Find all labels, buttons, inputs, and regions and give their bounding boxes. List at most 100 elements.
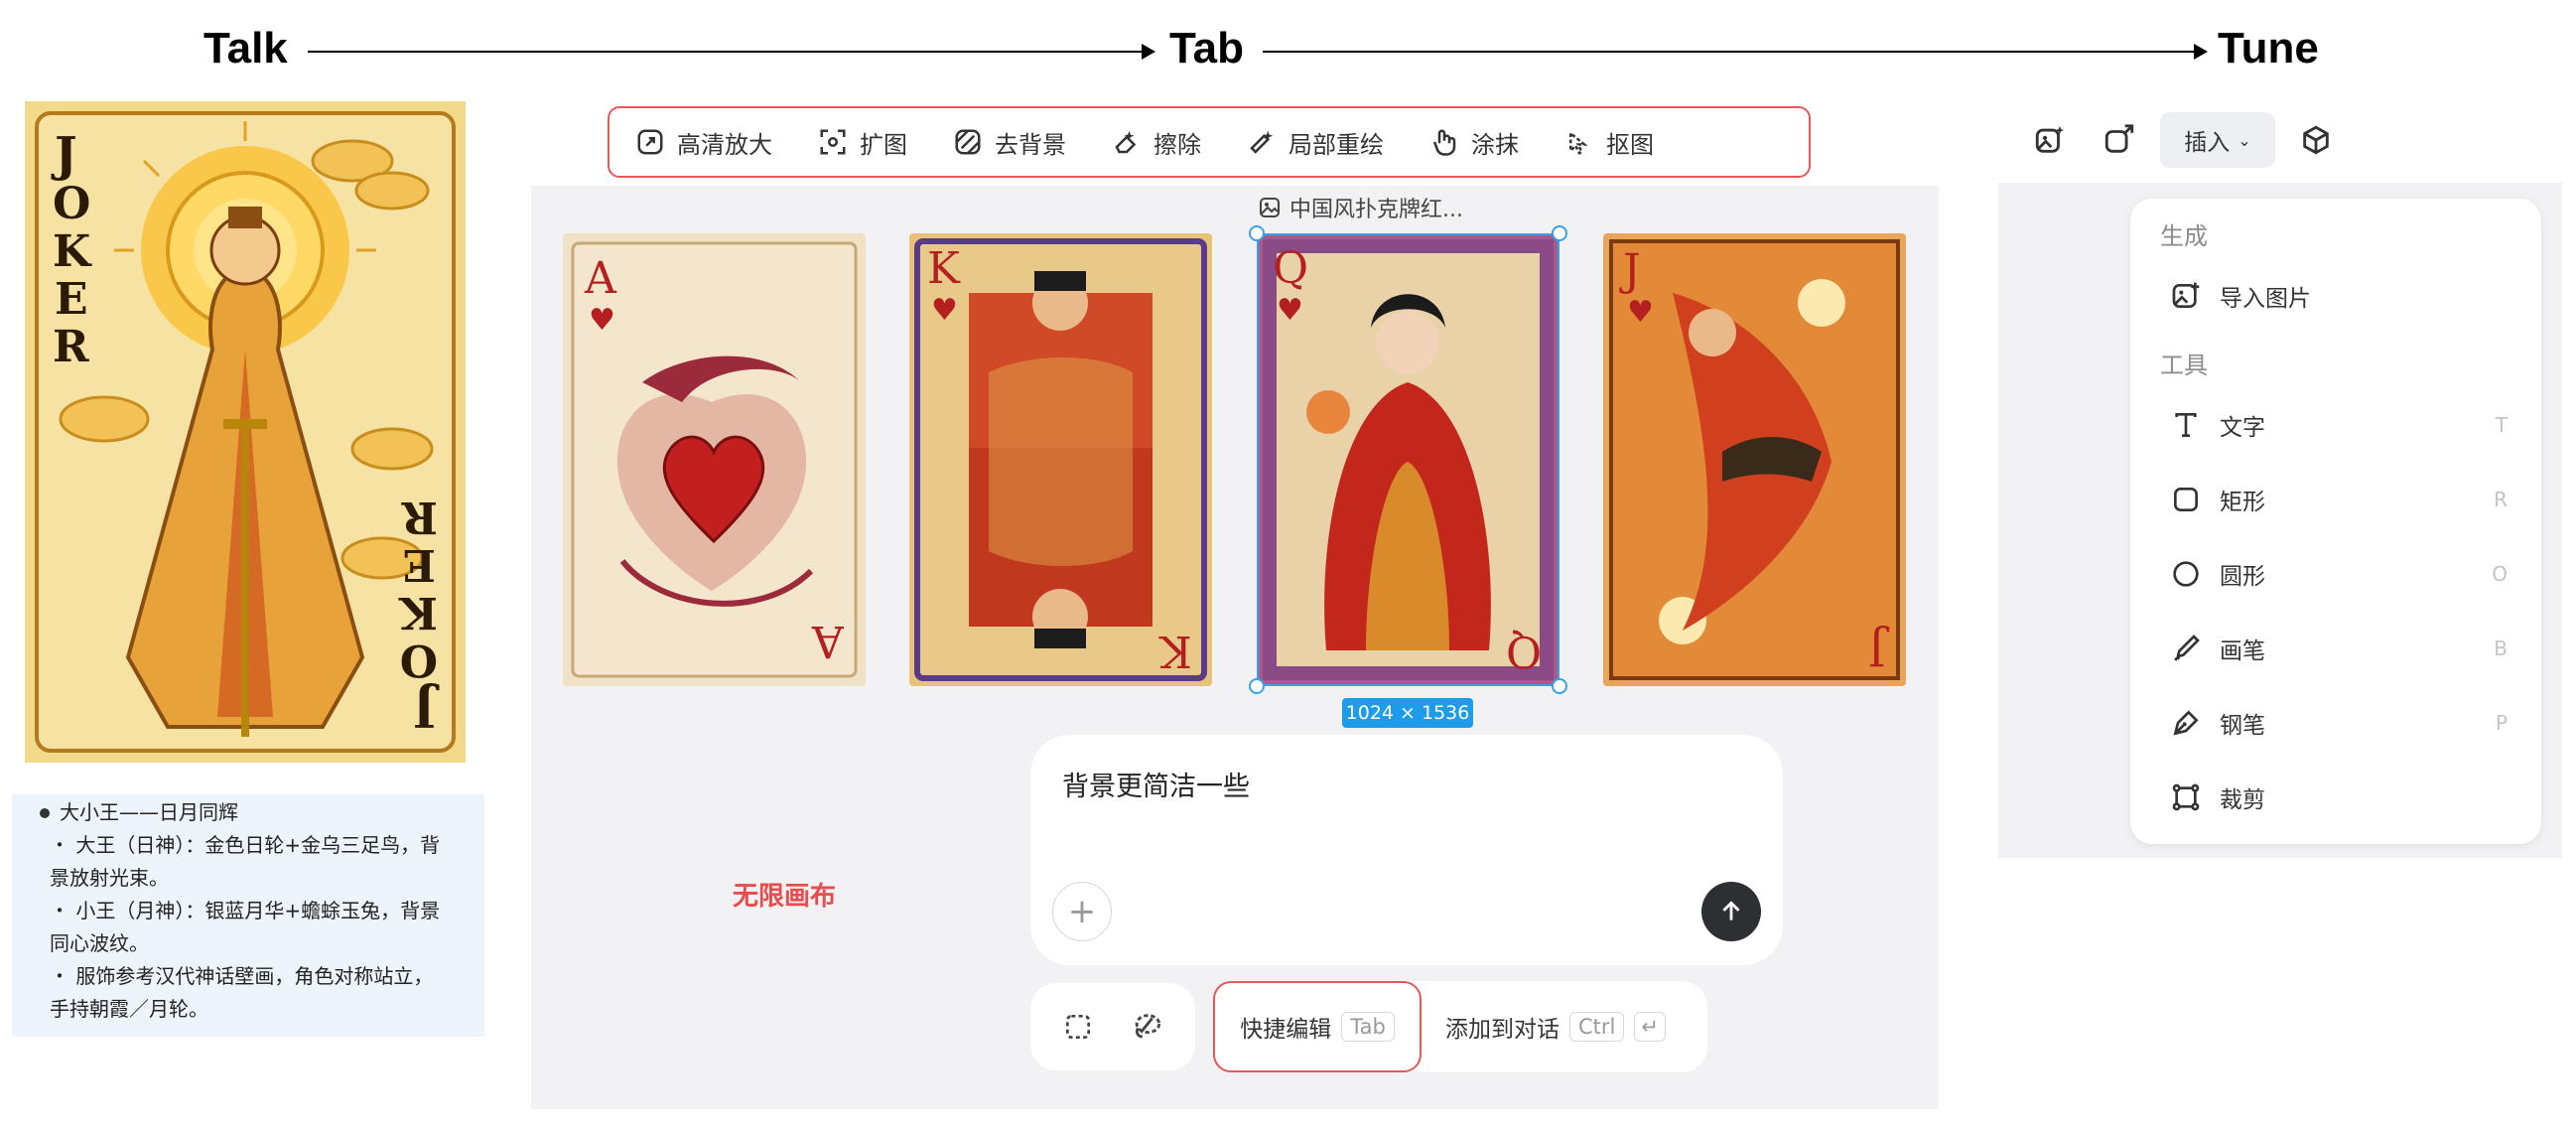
menu-item-crop[interactable]: 裁剪 <box>2170 778 2508 817</box>
insert-label: 插入 <box>2184 130 2231 156</box>
quick-edit-shortcut: Tab <box>1341 1012 1395 1042</box>
rotate-icon <box>2104 124 2134 153</box>
chevron-down-icon: ⌄ <box>2237 130 2251 150</box>
menu-item-shortcut: R <box>2494 488 2508 511</box>
card-rank: J <box>1868 624 1886 674</box>
rectangle-icon <box>2174 488 2198 511</box>
menu-section-tools: 工具 <box>2160 352 2208 379</box>
heart-suit-icon: ♥ <box>1277 293 1303 328</box>
resize-handle-top-right[interactable] <box>1552 225 1567 241</box>
svg-text:O: O <box>53 179 90 229</box>
talk-note-line: 同心波纹。 <box>50 931 149 955</box>
heart-suit-icon: ♥ <box>931 293 958 328</box>
add-to-chat-label: 添加到对话 <box>1445 1017 1559 1043</box>
card-rank: K <box>927 243 960 294</box>
svg-text:J: J <box>413 681 440 737</box>
svg-text:J: J <box>51 127 77 183</box>
menu-item-label: 矩形 <box>2220 490 2265 515</box>
talk-notes: 大小王——日月同辉 ・ 大王（日神）：金色日轮+金乌三足鸟，背 景放射光束。 ・… <box>12 794 484 1037</box>
stage: Talk Tab Tune J O K E R J O K E R 大小王——日… <box>0 0 2576 1131</box>
menu-section-generate: 生成 <box>2160 222 2208 250</box>
talk-note-line: 手持朝霞／月轮。 <box>50 997 208 1021</box>
tool-label: 抠图 <box>1606 130 1654 159</box>
menu-item-pen[interactable]: 钢笔 P <box>2170 703 2508 743</box>
add-to-chat-button[interactable]: 添加到对话 Ctrl ↵ <box>1445 981 1666 1072</box>
flow-talk-label: Talk <box>203 24 288 72</box>
card-jack-hearts[interactable]: J ♥ J <box>1603 233 1906 686</box>
tool-expand-button[interactable]: 扩图 <box>818 125 907 160</box>
svg-text:K: K <box>53 226 92 277</box>
tool-inpaint-button[interactable]: 局部重绘 <box>1247 125 1384 160</box>
menu-item-brush[interactable]: 画笔 B <box>2170 629 2508 668</box>
selection-tools-bar <box>1030 983 1195 1070</box>
card-king-hearts[interactable]: K ♥ K <box>909 233 1212 686</box>
lasso-select-icon[interactable] <box>1130 1010 1163 1044</box>
tool-label: 去背景 <box>995 130 1066 159</box>
menu-item-import-image[interactable]: 导入图片 <box>2170 276 2508 316</box>
menu-item-circle[interactable]: 圆形 O <box>2170 554 2508 594</box>
prompt-box[interactable]: 背景更简洁一些 + <box>1030 735 1783 965</box>
remove-bg-icon <box>955 129 981 155</box>
menu-item-shortcut: P <box>2495 711 2508 735</box>
prompt-input[interactable]: 背景更简洁一些 <box>1062 765 1250 803</box>
talk-note-line: ・ 大王（日神）：金色日轮+金乌三足鸟，背 <box>50 833 441 857</box>
add-to-chat-shortcut: Ctrl <box>1569 1012 1625 1042</box>
menu-item-text[interactable]: 文字 T <box>2170 405 2508 445</box>
resize-handle-bottom-right[interactable] <box>1552 678 1567 694</box>
card-rank: Q <box>1505 626 1542 676</box>
image-label-text: 中国风扑克牌红... <box>1289 198 1463 222</box>
heart-suit-icon: ♥ <box>589 303 615 338</box>
cube-icon <box>2303 125 2329 155</box>
inpaint-icon <box>1250 130 1274 154</box>
menu-item-rectangle[interactable]: 矩形 R <box>2170 480 2508 519</box>
card-rank: A <box>585 253 616 304</box>
expand-icon <box>820 129 846 155</box>
smudge-icon <box>1432 129 1456 156</box>
tool-smudge-button[interactable]: 涂抹 <box>1429 125 1519 160</box>
tool-remove-bg-button[interactable]: 去背景 <box>953 125 1066 160</box>
image-icon <box>1260 198 1280 217</box>
circle-icon <box>2173 561 2199 587</box>
talk-note-line: ・ 小王（月神）：银蓝月华+蟾蜍玉兔，背景 <box>50 899 441 922</box>
tool-erase-button[interactable]: 擦除 <box>1112 125 1201 160</box>
text-icon <box>2175 413 2197 437</box>
card-ace-hearts[interactable]: A ♥ A <box>563 233 866 686</box>
card-queen-hearts[interactable]: Q ♥ Q <box>1257 233 1559 686</box>
insert-menu: 生成 导入图片 工具 文字 T 矩形 R 圆形 O 画笔 B 钢笔 P 裁剪 <box>2130 199 2541 844</box>
ai-image-button[interactable] <box>2015 111 2085 169</box>
marquee-select-icon[interactable] <box>1062 1011 1094 1043</box>
tool-label: 涂抹 <box>1471 130 1519 159</box>
send-button[interactable] <box>1701 882 1761 941</box>
menu-item-shortcut: T <box>2495 413 2508 437</box>
image-edit-toolbar: 高清放大 扩图 去背景 擦除 局部重绘 涂抹 抠图 <box>608 106 1811 178</box>
action-bar: 快捷编辑 Tab 添加到对话 Ctrl ↵ <box>1213 981 1707 1072</box>
menu-item-label: 圆形 <box>2220 564 2265 590</box>
card-rank: K <box>1159 626 1192 676</box>
quick-edit-button[interactable]: 快捷编辑 Tab <box>1213 981 1422 1072</box>
svg-text:R: R <box>401 492 438 542</box>
svg-text:E: E <box>55 274 88 325</box>
resize-handle-top-left[interactable] <box>1249 225 1265 241</box>
card-rank: A <box>812 616 844 666</box>
svg-text:E: E <box>402 539 436 590</box>
card-rank: J <box>1623 245 1641 296</box>
tool-label: 擦除 <box>1153 130 1201 159</box>
add-attachment-button[interactable]: + <box>1052 882 1112 941</box>
pen-icon <box>2173 710 2199 736</box>
tool-cutout-button[interactable]: 抠图 <box>1564 125 1654 160</box>
enter-key-icon: ↵ <box>1634 1012 1666 1042</box>
svg-text:R: R <box>53 322 89 372</box>
resize-handle-bottom-left[interactable] <box>1249 678 1265 694</box>
rotate-button[interactable] <box>2085 111 2154 169</box>
dimensions-badge: 1024 × 1536 <box>1342 698 1473 728</box>
talk-note-line: 大小王——日月同辉 <box>30 796 467 829</box>
menu-item-shortcut: B <box>2494 636 2508 660</box>
insert-dropdown-button[interactable]: 插入 ⌄ <box>2160 112 2275 168</box>
3d-button[interactable] <box>2281 111 2351 169</box>
talk-note-line: ・ 服饰参考汉代神话壁画，角色对称站立， <box>50 964 434 988</box>
card-rank: Q <box>1273 243 1309 294</box>
arrow-up-icon <box>1722 901 1740 920</box>
flow-arrow-1 <box>308 44 1155 60</box>
tool-upscale-button[interactable]: 高清放大 <box>635 125 772 160</box>
flow-tab-label: Tab <box>1169 24 1244 72</box>
